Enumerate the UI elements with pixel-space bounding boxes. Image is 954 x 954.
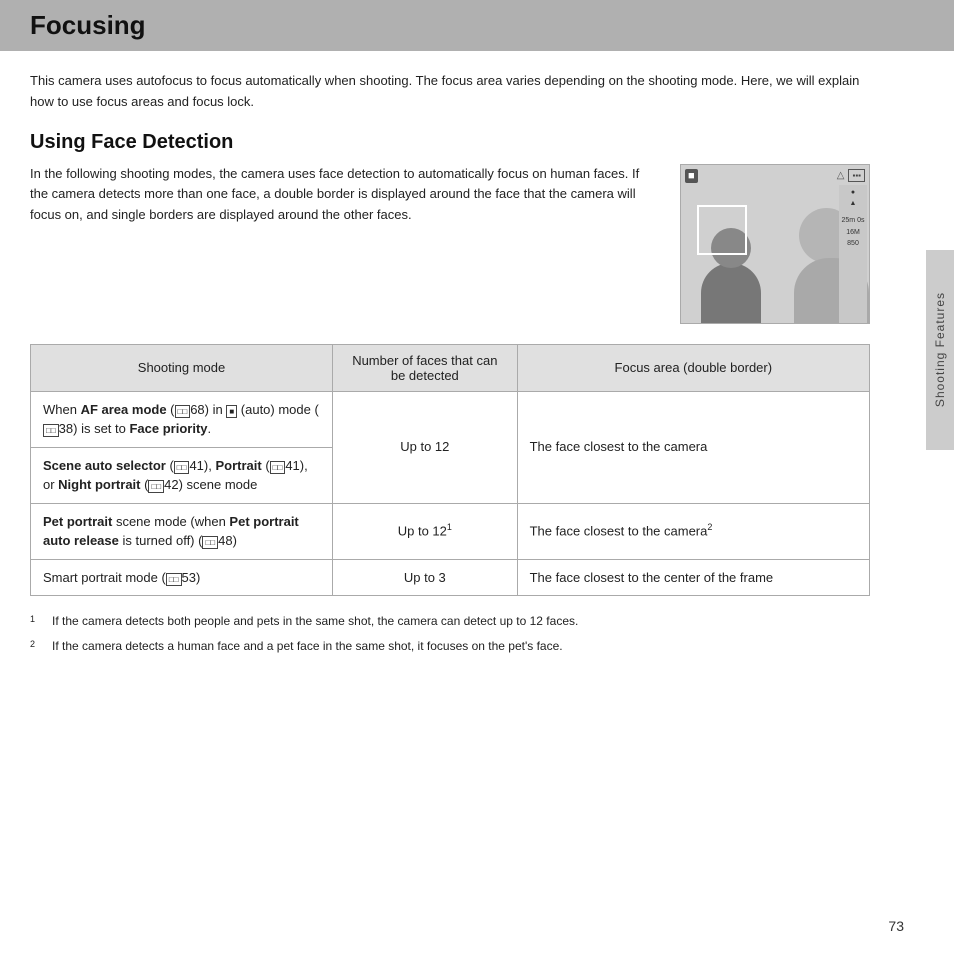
ref-41a: □□: [174, 461, 190, 474]
focus-box-overlay: [697, 205, 747, 255]
col-header-shooting: Shooting mode: [31, 344, 333, 391]
camera-info-sidebar: ● ▲ 25m 0s 16M 850: [839, 185, 867, 323]
footnote-2-num: 2: [30, 637, 46, 658]
camera-battery-icon: ▪▪▪: [848, 169, 865, 182]
col-header-focus: Focus area (double border): [517, 344, 869, 391]
intro-paragraph: This camera uses autofocus to focus auto…: [30, 71, 870, 113]
shooting-mode-cell-2: Scene auto selector (□□41), Portrait (□□…: [31, 447, 333, 503]
pet-portrait-label: Pet portrait: [43, 514, 112, 529]
camera-top-right-icons: △ ▪▪▪: [837, 169, 865, 182]
sidebar-label-text: Shooting Features: [933, 292, 947, 407]
footnotes-section: 1 If the camera detects both people and …: [30, 612, 870, 659]
camera-info-size: 16M: [846, 229, 860, 237]
person-body-foreground: [701, 263, 761, 323]
camera-info-row-2: ▲: [850, 200, 857, 208]
focus-area-cell-4: The face closest to the center of the fr…: [517, 559, 869, 596]
faces-count-cell-3: Up to 121: [333, 503, 518, 559]
shooting-mode-cell-1: When AF area mode (□□68) in ■ (auto) mod…: [31, 391, 333, 447]
footnote-2-text: If the camera detects a human face and a…: [52, 637, 563, 658]
table-row: Pet portrait scene mode (when Pet portra…: [31, 503, 870, 559]
footnote-1: 1 If the camera detects both people and …: [30, 612, 870, 633]
camera-info-row-1: ●: [851, 189, 855, 197]
focus-area-cell-1: The face closest to the camera: [517, 391, 869, 503]
night-portrait-label: Night portrait: [58, 477, 140, 492]
focus-area-cell-3: The face closest to the camera2: [517, 503, 869, 559]
page-number: 73: [888, 918, 904, 934]
af-area-mode-label: AF area mode: [81, 402, 167, 417]
footnote-1-text: If the camera detects both people and pe…: [52, 612, 578, 633]
ref-42: □□: [148, 480, 164, 493]
camera-screen: ■ △ ▪▪▪ ● ▲: [681, 165, 869, 323]
camera-flash-icon: △: [837, 170, 845, 181]
main-content: This camera uses autofocus to focus auto…: [0, 51, 900, 683]
ref-53: □□: [166, 573, 182, 586]
face-detection-table: Shooting mode Number of faces that can b…: [30, 344, 870, 597]
ref-48: □□: [202, 536, 218, 549]
sidebar-label: Shooting Features: [926, 250, 954, 450]
camera-top-bar: ■ △ ▪▪▪: [685, 169, 865, 183]
ref-auto-icon: ■: [226, 405, 237, 418]
page-title: Focusing: [30, 10, 146, 41]
camera-info-shots: 850: [847, 240, 859, 248]
table-row: Smart portrait mode (□□53) Up to 3 The f…: [31, 559, 870, 596]
camera-preview-illustration: ■ △ ▪▪▪ ● ▲: [680, 164, 870, 324]
ref-41b: □□: [270, 461, 286, 474]
col-header-faces: Number of faces that can be detected: [333, 344, 518, 391]
page-header: Focusing: [0, 0, 954, 51]
ref-38: □□: [43, 424, 59, 437]
face-priority-label: Face priority: [129, 421, 207, 436]
footnote-2: 2 If the camera detects a human face and…: [30, 637, 870, 658]
ref-68: □□: [175, 405, 191, 418]
faces-count-cell-4: Up to 3: [333, 559, 518, 596]
camera-mode-icon: ■: [685, 169, 698, 183]
shooting-mode-cell-3: Pet portrait scene mode (when Pet portra…: [31, 503, 333, 559]
table-row: When AF area mode (□□68) in ■ (auto) mod…: [31, 391, 870, 447]
face-detection-section: In the following shooting modes, the cam…: [30, 164, 870, 324]
scene-auto-label: Scene auto selector: [43, 458, 166, 473]
table-header-row: Shooting mode Number of faces that can b…: [31, 344, 870, 391]
camera-info-timer: 25m 0s: [842, 217, 865, 225]
portrait-label: Portrait: [215, 458, 261, 473]
footnote-1-num: 1: [30, 612, 46, 633]
shooting-mode-cell-4: Smart portrait mode (□□53): [31, 559, 333, 596]
faces-count-cell-1: Up to 12: [333, 391, 518, 503]
section-title: Using Face Detection: [30, 131, 870, 154]
face-detection-description: In the following shooting modes, the cam…: [30, 164, 660, 226]
